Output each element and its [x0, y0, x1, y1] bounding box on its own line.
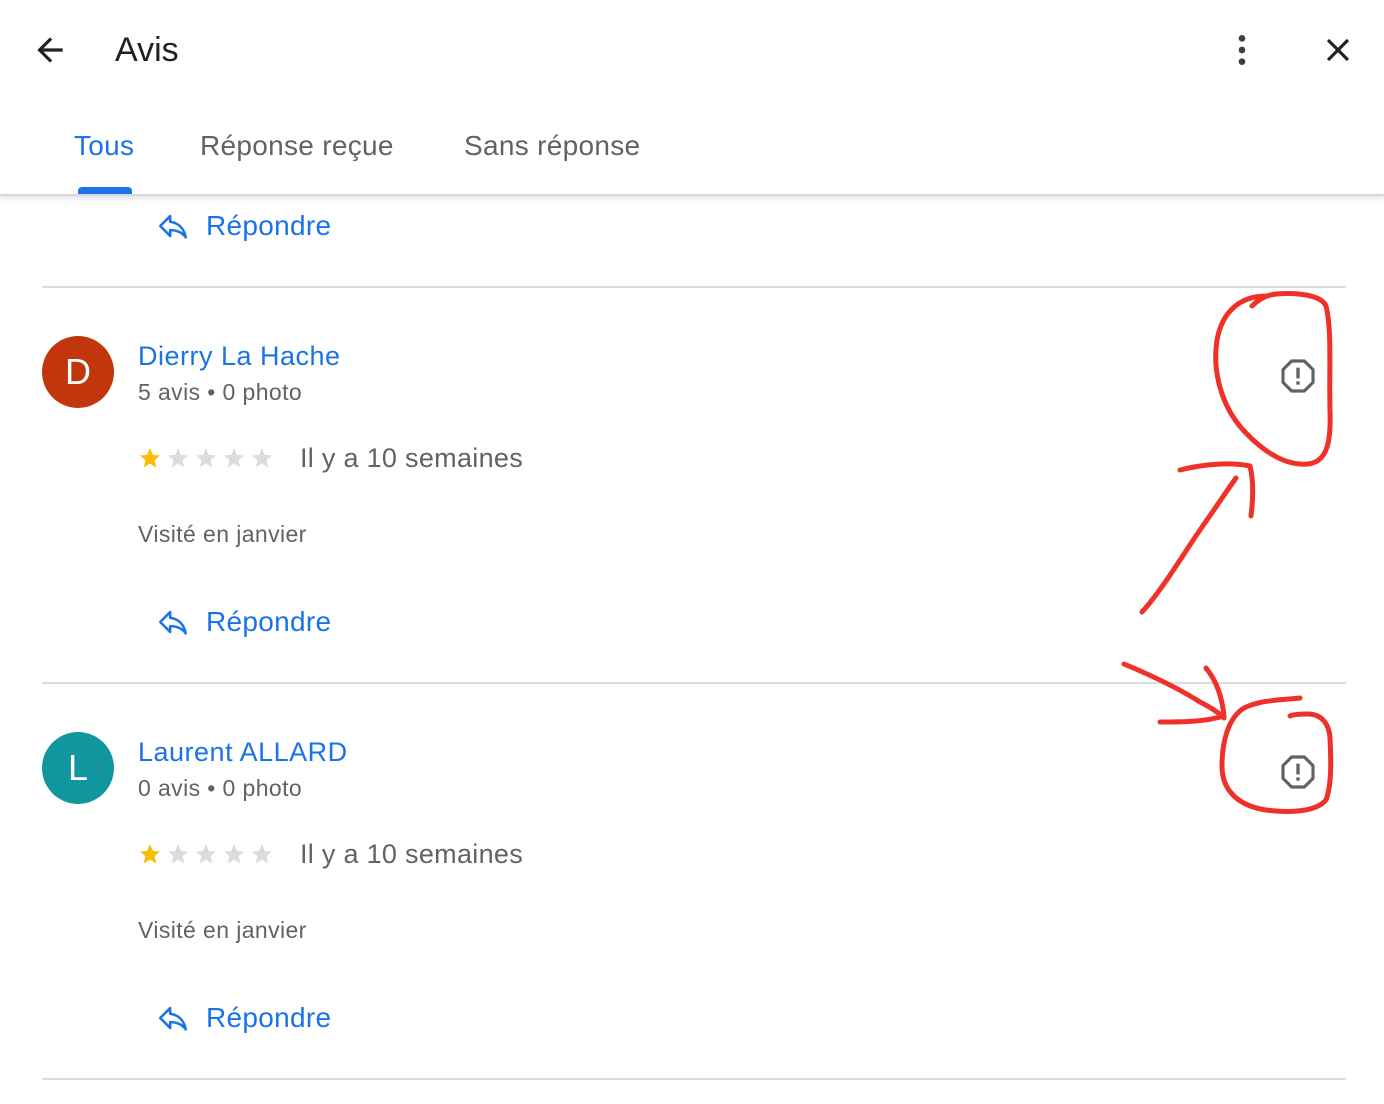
star-rating [138, 446, 274, 470]
avatar-initial: D [65, 351, 91, 392]
avatar-initial: L [67, 747, 89, 788]
page-title: Avis [115, 31, 179, 69]
star-empty-icon [168, 844, 188, 864]
tab-replied[interactable]: Réponse reçue [200, 128, 394, 164]
report-review-button[interactable] [1276, 354, 1320, 398]
divider [42, 1078, 1346, 1080]
reply-icon [158, 610, 188, 635]
top-app-bar: Avis [0, 0, 1384, 100]
reply-label: Répondre [206, 210, 332, 241]
star-empty-icon [224, 844, 244, 864]
reply-button[interactable]: Répondre [156, 204, 331, 248]
divider [42, 682, 1346, 684]
visit-date: Visité en janvier [138, 521, 307, 547]
reply-icon [158, 1006, 188, 1031]
star-filled-icon [140, 448, 160, 468]
reply-label: Répondre [206, 606, 332, 637]
star-rating [138, 842, 274, 866]
back-button[interactable] [26, 26, 74, 74]
more-options-button[interactable] [1218, 26, 1266, 74]
avatar[interactable]: D [42, 336, 114, 408]
tab-unanswered[interactable]: Sans réponse [464, 128, 640, 164]
author-name[interactable]: Dierry La Hache [138, 340, 341, 372]
author-name[interactable]: Laurent ALLARD [138, 736, 348, 768]
close-icon [1326, 38, 1350, 62]
visit-date: Visité en janvier [138, 917, 307, 943]
close-button[interactable] [1314, 26, 1362, 74]
annotation-arrow [1121, 661, 1227, 725]
report-flag-icon [1281, 755, 1315, 789]
divider [42, 286, 1346, 288]
star-empty-icon [252, 448, 272, 468]
star-empty-icon [168, 448, 188, 468]
reply-button[interactable]: Répondre [156, 600, 331, 644]
report-flag-icon [1281, 359, 1315, 393]
avatar[interactable]: L [42, 732, 114, 804]
review-time: Il y a 10 semaines [300, 839, 524, 869]
star-empty-icon [252, 844, 272, 864]
reviews-screen: Avis Tous Réponse reçue Sans réponse Rép… [0, 0, 1384, 1104]
review-filter-tabs: Tous Réponse reçue Sans réponse [0, 100, 1384, 196]
report-review-button[interactable] [1276, 750, 1320, 794]
author-meta: 5 avis • 0 photo [138, 379, 303, 405]
star-empty-icon [196, 844, 216, 864]
star-filled-icon [140, 844, 160, 864]
active-tab-indicator [78, 187, 132, 194]
reply-button[interactable]: Répondre [156, 996, 331, 1040]
star-empty-icon [224, 448, 244, 468]
annotation-arrow [1139, 461, 1256, 615]
author-meta: 0 avis • 0 photo [138, 775, 303, 801]
star-empty-icon [196, 448, 216, 468]
more-vert-icon [1238, 35, 1246, 65]
arrow-back-icon [37, 37, 63, 63]
tab-all[interactable]: Tous [74, 128, 134, 164]
reply-label: Répondre [206, 1002, 332, 1033]
review-time: Il y a 10 semaines [300, 443, 524, 473]
reply-icon [158, 214, 188, 239]
